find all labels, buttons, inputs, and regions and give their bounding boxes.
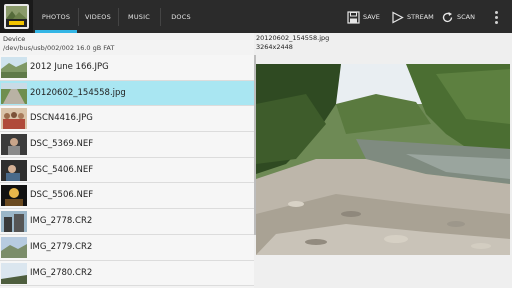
portrait-thumbnail-icon: [1, 159, 27, 181]
building-thumbnail-icon: [1, 211, 27, 233]
sky-thumbnail-icon: [1, 262, 27, 284]
file-name: 2012 June 166.JPG: [30, 62, 109, 72]
file-name: 20120602_154558.jpg: [30, 87, 126, 98]
floppy-disk-icon: [347, 10, 360, 24]
concert-thumbnail-icon: [1, 185, 27, 207]
list-item[interactable]: IMG_2780.CR2: [0, 260, 254, 287]
overflow-menu-icon[interactable]: [495, 11, 498, 24]
tab-videos[interactable]: VIDEOS: [79, 0, 117, 33]
portrait-thumbnail-icon: [1, 134, 27, 156]
list-item[interactable]: DSC_5406.NEF: [0, 157, 254, 184]
app-icon[interactable]: [0, 0, 33, 33]
file-browser-pane: Device /dev/bus/usb/002/002 16.0 gB FAT …: [0, 33, 254, 288]
device-title: Device: [3, 35, 26, 43]
list-item[interactable]: IMG_2778.CR2: [0, 209, 254, 235]
file-name: DSC_5406.NEF: [30, 164, 94, 175]
file-name: DSC_5369.NEF: [30, 139, 94, 150]
tab-docs[interactable]: DOCS: [161, 0, 201, 33]
scan-button[interactable]: SCAN: [441, 8, 475, 26]
list-item[interactable]: DSC_5506.NEF: [0, 183, 254, 210]
preview-filename: 20120602_154558.jpg: [256, 34, 330, 42]
play-icon: [392, 11, 404, 23]
file-name: DSC_5506.NEF: [30, 190, 94, 201]
list-item[interactable]: DSC_5369.NEF: [0, 132, 254, 158]
list-item[interactable]: 2012 June 166.JPG: [0, 55, 254, 81]
road-thumbnail-icon: [1, 82, 27, 104]
scan-label: SCAN: [457, 13, 475, 21]
preview-dimensions: 3264x2448: [256, 43, 293, 51]
landscape-thumbnail-icon: [1, 236, 27, 258]
preview-pane: 20120602_154558.jpg 3264x2448: [256, 33, 512, 288]
file-name: IMG_2779.CR2: [30, 241, 93, 252]
people-thumbnail-icon: [1, 108, 27, 130]
file-name: DSCN4416.JPG: [30, 113, 93, 124]
list-item[interactable]: DSCN4416.JPG: [0, 106, 254, 133]
tab-music[interactable]: MUSIC: [119, 0, 159, 33]
action-bar: PHOTOS VIDEOS MUSIC DOCS SAVE STREAM SCA…: [0, 0, 512, 33]
stream-label: STREAM: [407, 13, 434, 21]
refresh-icon: [442, 11, 453, 22]
save-button[interactable]: SAVE: [347, 8, 380, 26]
file-name: IMG_2778.CR2: [30, 216, 93, 227]
landscape-thumbnail-icon: [1, 57, 27, 78]
list-item[interactable]: 20120602_154558.jpg: [0, 80, 254, 107]
file-list: 2012 June 166.JPG 20120602_154558.jpg DS…: [0, 55, 254, 287]
stream-button[interactable]: STREAM: [391, 8, 434, 26]
preview-photo[interactable]: [256, 64, 510, 255]
list-item[interactable]: IMG_2779.CR2: [0, 234, 254, 261]
tab-photos[interactable]: PHOTOS: [35, 0, 77, 33]
file-name: IMG_2780.CR2: [30, 267, 93, 278]
device-path: /dev/bus/usb/002/002 16.0 gB FAT: [3, 44, 115, 52]
save-label: SAVE: [363, 13, 380, 21]
